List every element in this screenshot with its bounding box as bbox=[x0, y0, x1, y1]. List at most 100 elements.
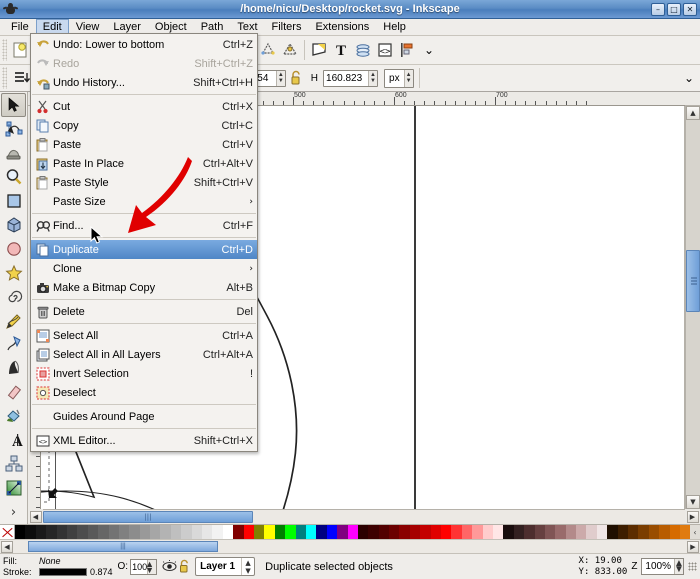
opacity-control[interactable]: O: 100 ▲ ▼ bbox=[118, 558, 158, 575]
eraser-tool[interactable] bbox=[1, 380, 26, 404]
stroke-width-value[interactable]: 0.874 bbox=[90, 567, 113, 578]
xml-editor-icon[interactable]: <> bbox=[374, 39, 396, 61]
close-button[interactable]: ✕ bbox=[683, 2, 697, 16]
palette-swatch[interactable] bbox=[108, 525, 119, 539]
zoom-spinner[interactable]: ▲ ▼ bbox=[674, 558, 684, 574]
calligraphy-tool[interactable] bbox=[1, 356, 26, 380]
palette-swatch[interactable] bbox=[347, 525, 358, 539]
palette-swatch[interactable] bbox=[160, 525, 171, 539]
palette-none-swatch[interactable] bbox=[0, 525, 15, 539]
palette-swatch[interactable] bbox=[233, 525, 244, 539]
palette-swatch[interactable] bbox=[576, 525, 587, 539]
palette-swatch[interactable] bbox=[285, 525, 296, 539]
palette-swatch[interactable] bbox=[680, 525, 691, 539]
palette-swatch[interactable] bbox=[118, 525, 130, 539]
edit-menu-popup[interactable]: Undo: Lower to bottom Ctrl+Z Redo Shift+Ctr… bbox=[30, 33, 258, 452]
menu-item-deselect[interactable]: Deselect bbox=[31, 383, 257, 402]
palette-swatch[interactable] bbox=[243, 525, 254, 539]
palette-swatch[interactable] bbox=[451, 525, 462, 539]
layer-lock-icon[interactable] bbox=[177, 559, 191, 575]
palette-swatch[interactable] bbox=[461, 525, 473, 539]
palette-scrollbar[interactable]: ||| bbox=[14, 540, 686, 553]
hscroll-thumb[interactable]: ||| bbox=[43, 511, 253, 523]
palette-swatch[interactable] bbox=[46, 525, 57, 539]
vertical-scrollbar[interactable]: ▲ ▼ bbox=[685, 106, 700, 509]
layers-icon[interactable] bbox=[352, 39, 374, 61]
palette-swatch[interactable] bbox=[555, 525, 566, 539]
menu-item-duplicate[interactable]: Duplicate Ctrl+D bbox=[31, 240, 257, 259]
palette-swatch[interactable] bbox=[35, 525, 47, 539]
palette-swatch[interactable] bbox=[544, 525, 556, 539]
palette-swatch[interactable] bbox=[181, 525, 192, 539]
menu-item-find[interactable]: Find... Ctrl+F bbox=[31, 216, 257, 235]
menu-filters[interactable]: Filters bbox=[265, 19, 309, 35]
node-tool[interactable] bbox=[1, 117, 26, 141]
pencil-tool[interactable] bbox=[1, 309, 26, 333]
maximize-button[interactable]: □ bbox=[667, 2, 681, 16]
w-spinner[interactable]: ▲ ▼ bbox=[275, 70, 285, 86]
palette-swatch[interactable] bbox=[337, 525, 348, 539]
toolbar-grip[interactable] bbox=[2, 67, 7, 89]
palette-swatch[interactable] bbox=[524, 525, 535, 539]
palette-swatch[interactable] bbox=[389, 525, 400, 539]
palette-swatch[interactable] bbox=[264, 525, 275, 539]
text-tool[interactable]: A bbox=[1, 428, 26, 452]
h-spinner[interactable]: ▲ ▼ bbox=[368, 70, 378, 86]
selector-tool[interactable] bbox=[1, 93, 26, 118]
palette-swatch[interactable] bbox=[399, 525, 410, 539]
menu-item-undo-lower-to-bottom[interactable]: Undo: Lower to bottom Ctrl+Z bbox=[31, 35, 257, 54]
palette-swatch[interactable] bbox=[492, 525, 504, 539]
menu-item-xml-editor[interactable]: <> XML Editor... Shift+Ctrl+X bbox=[31, 431, 257, 450]
bezier-tool[interactable] bbox=[1, 332, 26, 356]
connector-tool[interactable] bbox=[1, 452, 26, 476]
menu-help[interactable]: Help bbox=[376, 19, 413, 35]
menu-item-paste-style[interactable]: Paste Style Shift+Ctrl+V bbox=[31, 173, 257, 192]
editor-icon[interactable] bbox=[308, 39, 330, 61]
palette-scroll-right-button[interactable]: ▶ bbox=[687, 541, 699, 553]
palette-scroll-left-button[interactable]: ◀ bbox=[1, 541, 13, 553]
minimize-button[interactable]: – bbox=[651, 2, 665, 16]
controls-overflow-chevron-icon[interactable]: ⌄ bbox=[678, 67, 700, 89]
menu-item-select-all[interactable]: Select All Ctrl+A bbox=[31, 326, 257, 345]
palette-swatch[interactable] bbox=[669, 525, 680, 539]
palette-swatch[interactable] bbox=[482, 525, 493, 539]
palette-swatches[interactable] bbox=[15, 525, 691, 539]
palette-swatch[interactable] bbox=[659, 525, 670, 539]
palette-swatch[interactable] bbox=[305, 525, 317, 539]
zoom-tool[interactable] bbox=[1, 165, 26, 189]
palette-swatch[interactable] bbox=[534, 525, 545, 539]
palette-swatch[interactable] bbox=[15, 525, 26, 539]
palette-swatch[interactable] bbox=[409, 525, 421, 539]
new-document-icon[interactable] bbox=[9, 39, 31, 61]
menu-item-clone[interactable]: Clone › bbox=[31, 259, 257, 278]
palette-swatch[interactable] bbox=[326, 525, 338, 539]
units-dropdown[interactable]: px ▲ ▼ bbox=[384, 68, 414, 88]
window-resize-grip[interactable] bbox=[688, 562, 697, 571]
text-properties-icon[interactable] bbox=[279, 39, 301, 61]
scroll-left-corner[interactable]: ◀ bbox=[28, 509, 43, 524]
palette-swatch[interactable] bbox=[66, 525, 78, 539]
star-tool[interactable] bbox=[1, 261, 26, 285]
palette-swatch[interactable] bbox=[212, 525, 223, 539]
menu-item-make-a-bitmap-copy[interactable]: Make a Bitmap Copy Alt+B bbox=[31, 278, 257, 297]
menu-item-paste-in-place[interactable]: Paste In Place Ctrl+Alt+V bbox=[31, 154, 257, 173]
palette-swatch[interactable] bbox=[513, 525, 525, 539]
palette-swatch[interactable] bbox=[565, 525, 577, 539]
visibility-icon[interactable] bbox=[161, 559, 177, 575]
text-tool-icon[interactable]: T bbox=[330, 39, 352, 61]
command-overflow-chevron-icon[interactable]: ⌄ bbox=[418, 39, 440, 61]
palette-swatch[interactable] bbox=[586, 525, 597, 539]
palette-swatch[interactable] bbox=[430, 525, 442, 539]
gradient-tool[interactable] bbox=[1, 476, 26, 500]
menu-item-guides-around-page[interactable]: Guides Around Page bbox=[31, 407, 257, 426]
menu-item-cut[interactable]: Cut Ctrl+X bbox=[31, 97, 257, 116]
palette-swatch[interactable] bbox=[368, 525, 379, 539]
palette-swatch[interactable] bbox=[98, 525, 109, 539]
palette-swatch[interactable] bbox=[420, 525, 431, 539]
palette-swatch[interactable] bbox=[253, 525, 265, 539]
vscroll-track[interactable] bbox=[686, 120, 700, 495]
palette-swatch[interactable] bbox=[274, 525, 286, 539]
opacity-field[interactable]: 100 ▲ ▼ bbox=[130, 558, 158, 575]
palette-swatch[interactable] bbox=[170, 525, 182, 539]
palette-swatch[interactable] bbox=[295, 525, 306, 539]
